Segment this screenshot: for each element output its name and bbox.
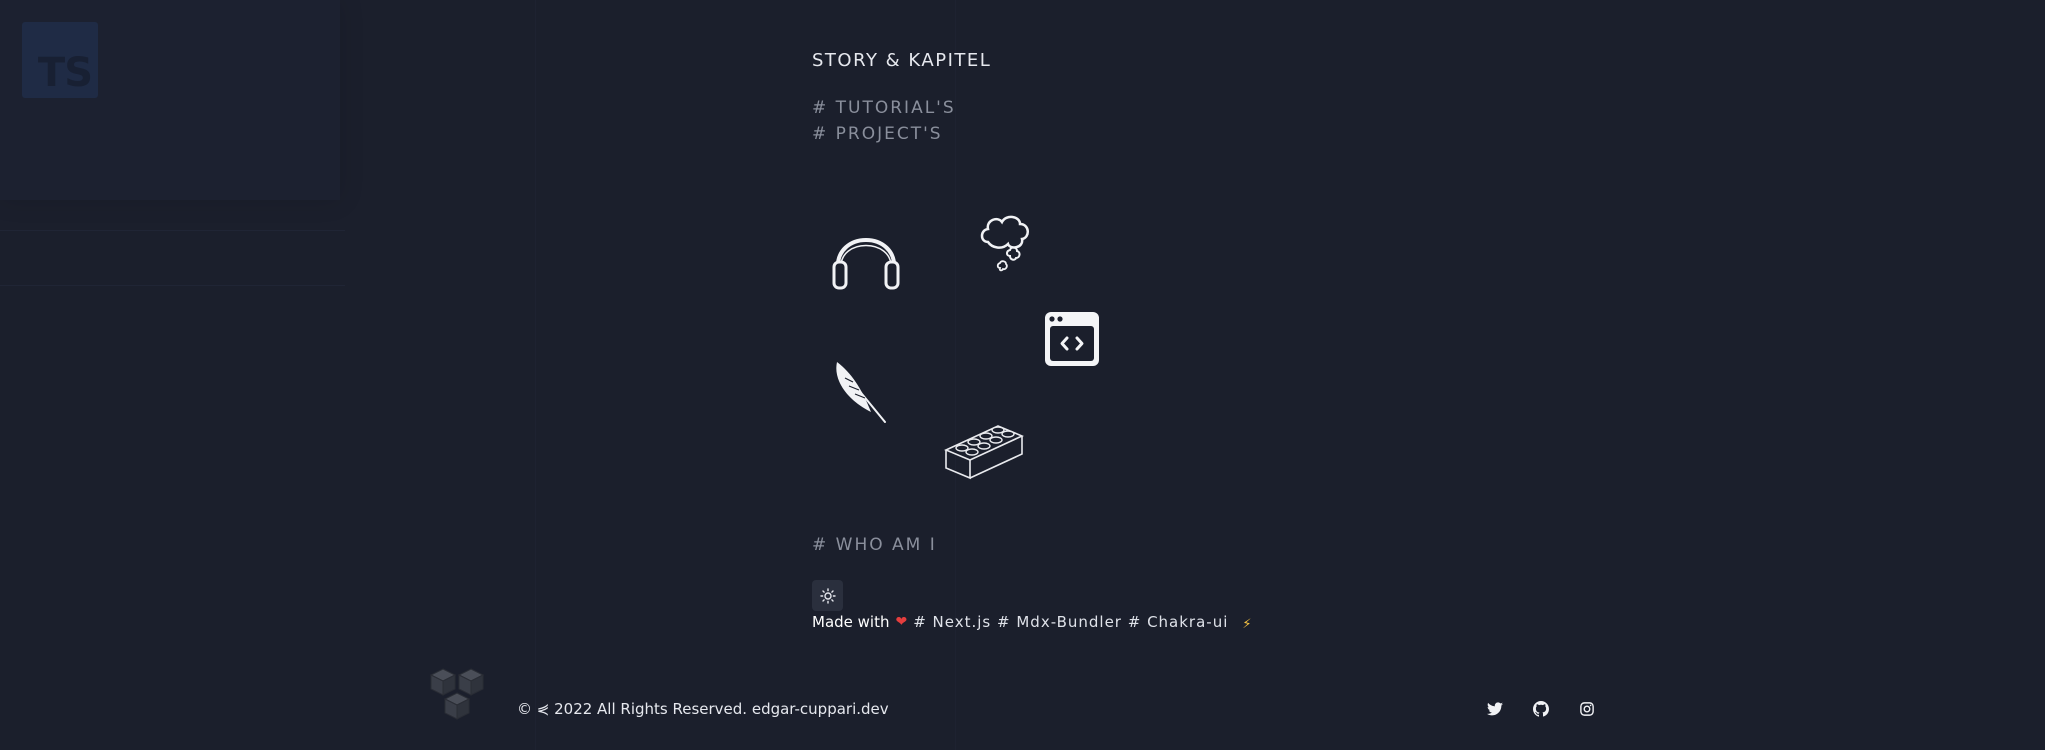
typescript-logo-text: TS xyxy=(37,50,93,96)
twitter-link[interactable] xyxy=(1485,699,1505,719)
typescript-logo: TS xyxy=(22,22,98,98)
heart-icon: ❤ xyxy=(895,614,908,630)
headphones-icon[interactable] xyxy=(828,218,904,296)
background-divider xyxy=(0,285,345,286)
cubes-logo-icon[interactable] xyxy=(427,665,489,725)
sun-icon xyxy=(819,587,836,604)
nav-title[interactable]: STORY & KAPITEL xyxy=(812,50,991,71)
github-icon xyxy=(1533,701,1549,717)
background-divider xyxy=(0,230,345,231)
nav-link-projects[interactable]: # PROJECT'S xyxy=(812,121,991,147)
instagram-icon xyxy=(1580,702,1594,716)
nav-link-who-am-i[interactable]: # WHO AM I xyxy=(812,535,937,555)
code-window-icon[interactable] xyxy=(1043,310,1101,368)
feather-icon[interactable] xyxy=(833,358,891,426)
github-link[interactable] xyxy=(1531,699,1551,719)
thought-bubble-icon[interactable] xyxy=(978,212,1034,284)
lego-brick-icon[interactable] xyxy=(942,418,1026,480)
made-with-line: Made with ❤ # Next.js # Mdx-Bundler # Ch… xyxy=(812,613,1252,632)
background-divider xyxy=(535,0,536,750)
copyright-text: © ⋞ 2022 All Rights Reserved. edgar-cupp… xyxy=(517,700,889,718)
lightning-icon: ⚡ xyxy=(1242,616,1252,632)
nav-link-tutorials[interactable]: # TUTORIAL'S xyxy=(812,95,991,121)
twitter-icon xyxy=(1487,702,1503,716)
tech-stack-text: # Next.js # Mdx-Bundler # Chakra-ui xyxy=(913,613,1229,631)
instagram-link[interactable] xyxy=(1577,699,1597,719)
main-navigation: STORY & KAPITEL # TUTORIAL'S # PROJECT'S xyxy=(812,50,991,147)
made-with-prefix: Made with xyxy=(812,613,890,631)
theme-toggle-button[interactable] xyxy=(812,580,843,611)
